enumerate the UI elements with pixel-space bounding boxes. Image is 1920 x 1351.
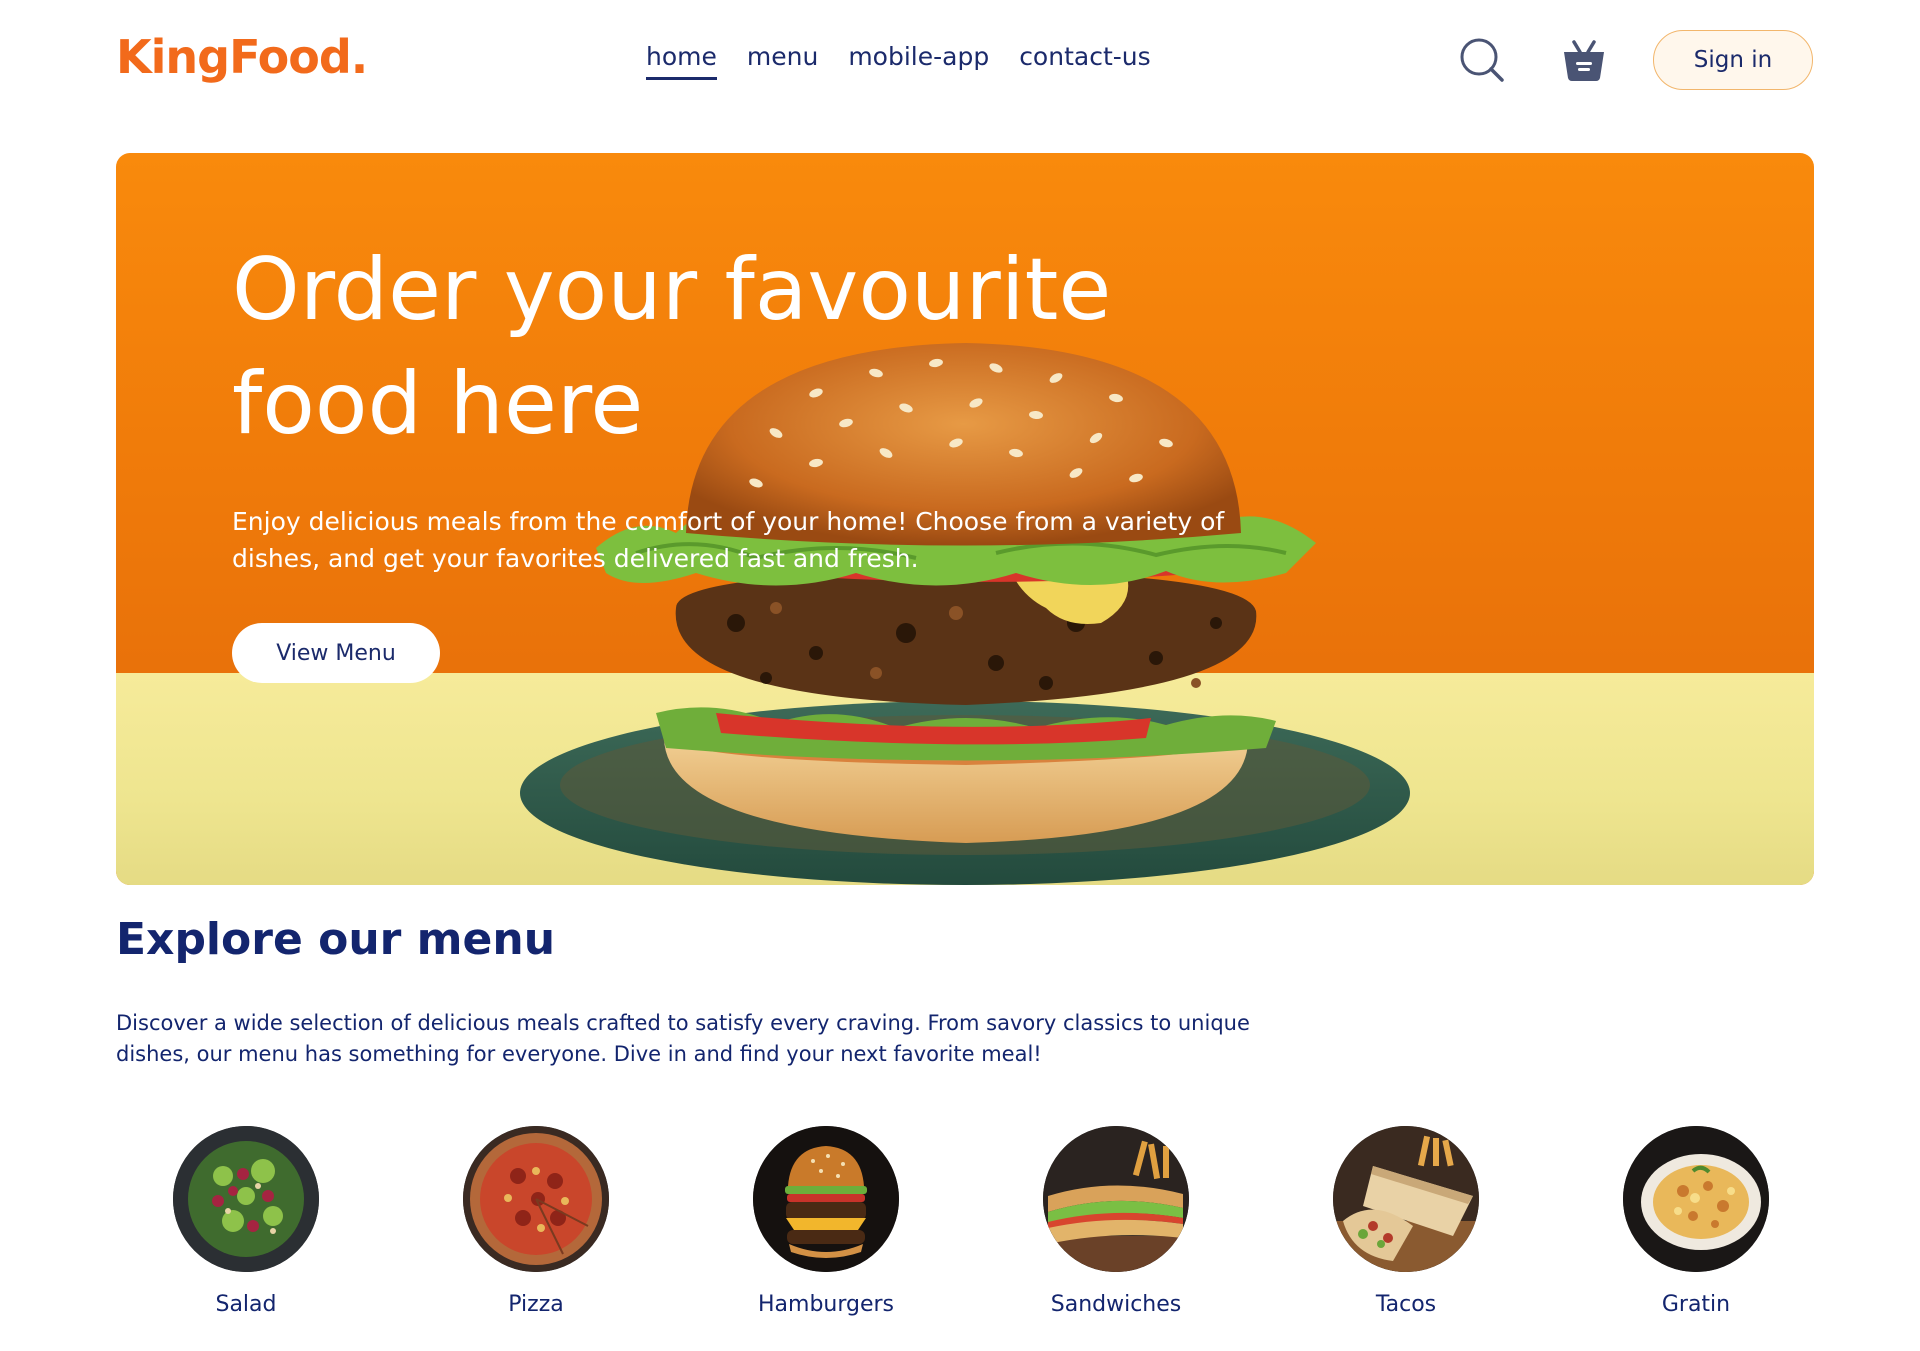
menu-item-label: Tacos xyxy=(1375,1292,1437,1317)
menu-item-label: Gratin xyxy=(1661,1292,1731,1317)
hero-title-line-2: food here xyxy=(232,354,644,454)
sign-in-button[interactable]: Sign in xyxy=(1653,30,1813,90)
menu-category-list: Salad Pizza Hamburgers Sandwiches Tacos … xyxy=(0,1126,1920,1326)
hero-description-line-1: Enjoy delicious meals from the comfort o… xyxy=(232,507,1225,536)
menu-item-label: Salad xyxy=(215,1292,277,1317)
tacos-image xyxy=(1333,1126,1479,1272)
menu-item-label: Pizza xyxy=(508,1292,564,1317)
pizza-image xyxy=(463,1126,609,1272)
hero-title-line-1: Order your favourite xyxy=(232,240,1112,340)
menu-item-tacos[interactable]: Tacos xyxy=(1306,1126,1506,1317)
sandwich-image xyxy=(1043,1126,1189,1272)
basket-icon[interactable] xyxy=(1560,36,1608,84)
hero-description: Enjoy delicious meals from the comfort o… xyxy=(232,503,1262,577)
menu-item-label: Hamburgers xyxy=(757,1292,895,1317)
logo[interactable]: KingFood. xyxy=(116,30,368,84)
menu-item-pizza[interactable]: Pizza xyxy=(436,1126,636,1317)
salad-image xyxy=(173,1126,319,1272)
search-icon[interactable] xyxy=(1458,36,1506,84)
navbar: KingFood. home menu mobile-app contact-u… xyxy=(0,0,1920,124)
hero-description-line-2: dishes, and get your favorites delivered… xyxy=(232,544,919,573)
menu-item-salad[interactable]: Salad xyxy=(146,1126,346,1317)
hamburger-image xyxy=(753,1126,899,1272)
menu-item-sandwiches[interactable]: Sandwiches xyxy=(1016,1126,1216,1317)
explore-menu-title: Explore our menu xyxy=(116,914,556,965)
nav-link-contact-us[interactable]: contact-us xyxy=(1019,42,1150,80)
view-menu-button[interactable]: View Menu xyxy=(232,623,440,683)
nav-links: home menu mobile-app contact-us xyxy=(646,42,1151,80)
menu-item-label: Sandwiches xyxy=(1050,1292,1182,1317)
menu-item-gratin[interactable]: Gratin xyxy=(1596,1126,1796,1317)
explore-description-line-2: dishes, our menu has something for every… xyxy=(116,1042,1042,1066)
hero-banner: Order your favourite food here Enjoy del… xyxy=(116,153,1814,885)
nav-link-menu[interactable]: menu xyxy=(747,42,818,80)
nav-link-home[interactable]: home xyxy=(646,42,717,80)
menu-item-hamburgers[interactable]: Hamburgers xyxy=(726,1126,926,1317)
explore-menu-description: Discover a wide selection of delicious m… xyxy=(116,1008,1276,1070)
gratin-image xyxy=(1623,1126,1769,1272)
nav-link-mobile-app[interactable]: mobile-app xyxy=(848,42,989,80)
hero-title: Order your favourite food here xyxy=(232,233,1132,461)
explore-description-line-1: Discover a wide selection of delicious m… xyxy=(116,1011,1250,1035)
